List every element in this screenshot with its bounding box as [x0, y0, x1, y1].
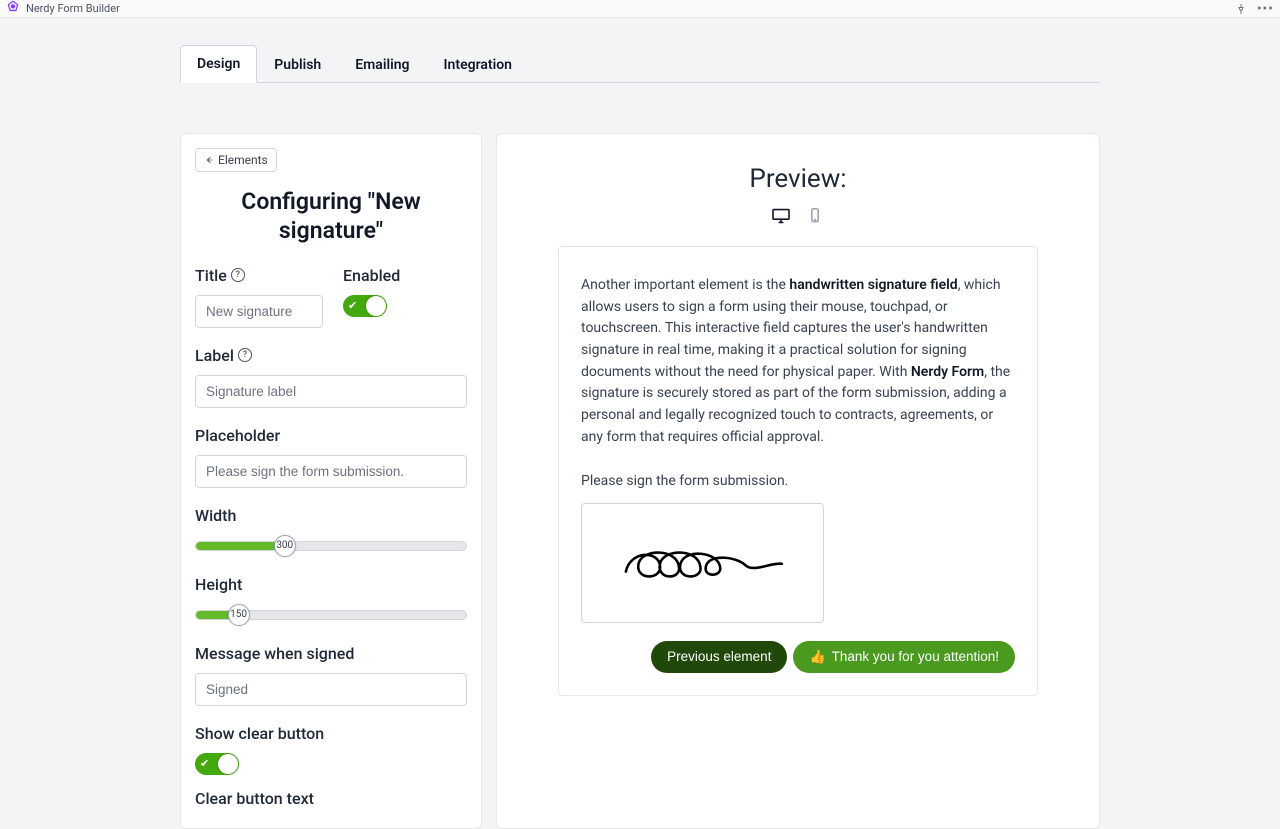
config-panel: Elements Configuring "New signature" Tit…: [180, 133, 482, 829]
tab-emailing[interactable]: Emailing: [338, 46, 426, 83]
enabled-label: Enabled: [343, 266, 400, 285]
signature-scribble-icon: [613, 533, 793, 593]
msg-signed-input[interactable]: [195, 673, 467, 706]
app-logo-icon: [6, 0, 20, 17]
placeholder-input[interactable]: [195, 455, 467, 488]
pin-icon[interactable]: [1235, 3, 1247, 15]
signature-canvas[interactable]: [581, 503, 824, 623]
next-element-label: Thank you for you attention!: [832, 649, 999, 664]
label-label: Label: [195, 346, 234, 365]
config-heading: Configuring "New signature": [201, 188, 461, 246]
msg-signed-label: Message when signed: [195, 644, 467, 663]
previous-element-button[interactable]: Previous element: [651, 641, 787, 673]
title-input[interactable]: [195, 295, 323, 328]
thumbs-up-icon: 👍: [809, 649, 825, 665]
preview-card: Another important element is the handwri…: [558, 246, 1038, 696]
tab-design[interactable]: Design: [180, 45, 257, 83]
signature-placeholder-text: Please sign the form submission.: [581, 473, 1015, 489]
mobile-view-button[interactable]: [805, 208, 825, 224]
width-slider-thumb[interactable]: 300: [274, 535, 296, 557]
top-bar: Nerdy Form Builder •••: [0, 0, 1280, 18]
check-icon: ✔: [200, 758, 209, 769]
desktop-icon: [771, 208, 791, 224]
width-label: Width: [195, 506, 467, 525]
tab-integration[interactable]: Integration: [427, 46, 529, 83]
title-label: Title: [195, 266, 227, 285]
more-icon[interactable]: •••: [1257, 2, 1274, 16]
next-element-button[interactable]: 👍 Thank you for you attention!: [793, 641, 1015, 673]
preview-heading: Preview:: [533, 164, 1063, 194]
tab-publish[interactable]: Publish: [257, 46, 338, 83]
app-title: Nerdy Form Builder: [26, 2, 120, 15]
show-clear-toggle[interactable]: ✔: [195, 753, 239, 775]
preview-panel: Preview: Another important element is th…: [496, 133, 1100, 829]
check-icon: ✔: [348, 300, 357, 311]
mobile-icon: [805, 208, 825, 224]
height-slider-thumb[interactable]: 150: [228, 604, 250, 626]
preview-description: Another important element is the handwri…: [581, 275, 1015, 449]
desktop-view-button[interactable]: [771, 208, 791, 224]
clear-button-text-label: Clear button text: [195, 785, 467, 808]
main-tabs: Design Publish Emailing Integration: [180, 44, 1100, 83]
height-slider[interactable]: 150: [195, 604, 467, 626]
help-icon[interactable]: ?: [231, 268, 245, 282]
arrow-left-icon: [204, 155, 214, 165]
width-slider[interactable]: 300: [195, 535, 467, 557]
back-to-elements-button[interactable]: Elements: [195, 148, 277, 172]
enabled-toggle[interactable]: ✔: [343, 295, 387, 317]
placeholder-label: Placeholder: [195, 426, 467, 445]
show-clear-label: Show clear button: [195, 724, 467, 743]
help-icon[interactable]: ?: [238, 348, 252, 362]
height-label: Height: [195, 575, 467, 594]
label-input[interactable]: [195, 375, 467, 408]
back-label: Elements: [218, 153, 268, 167]
